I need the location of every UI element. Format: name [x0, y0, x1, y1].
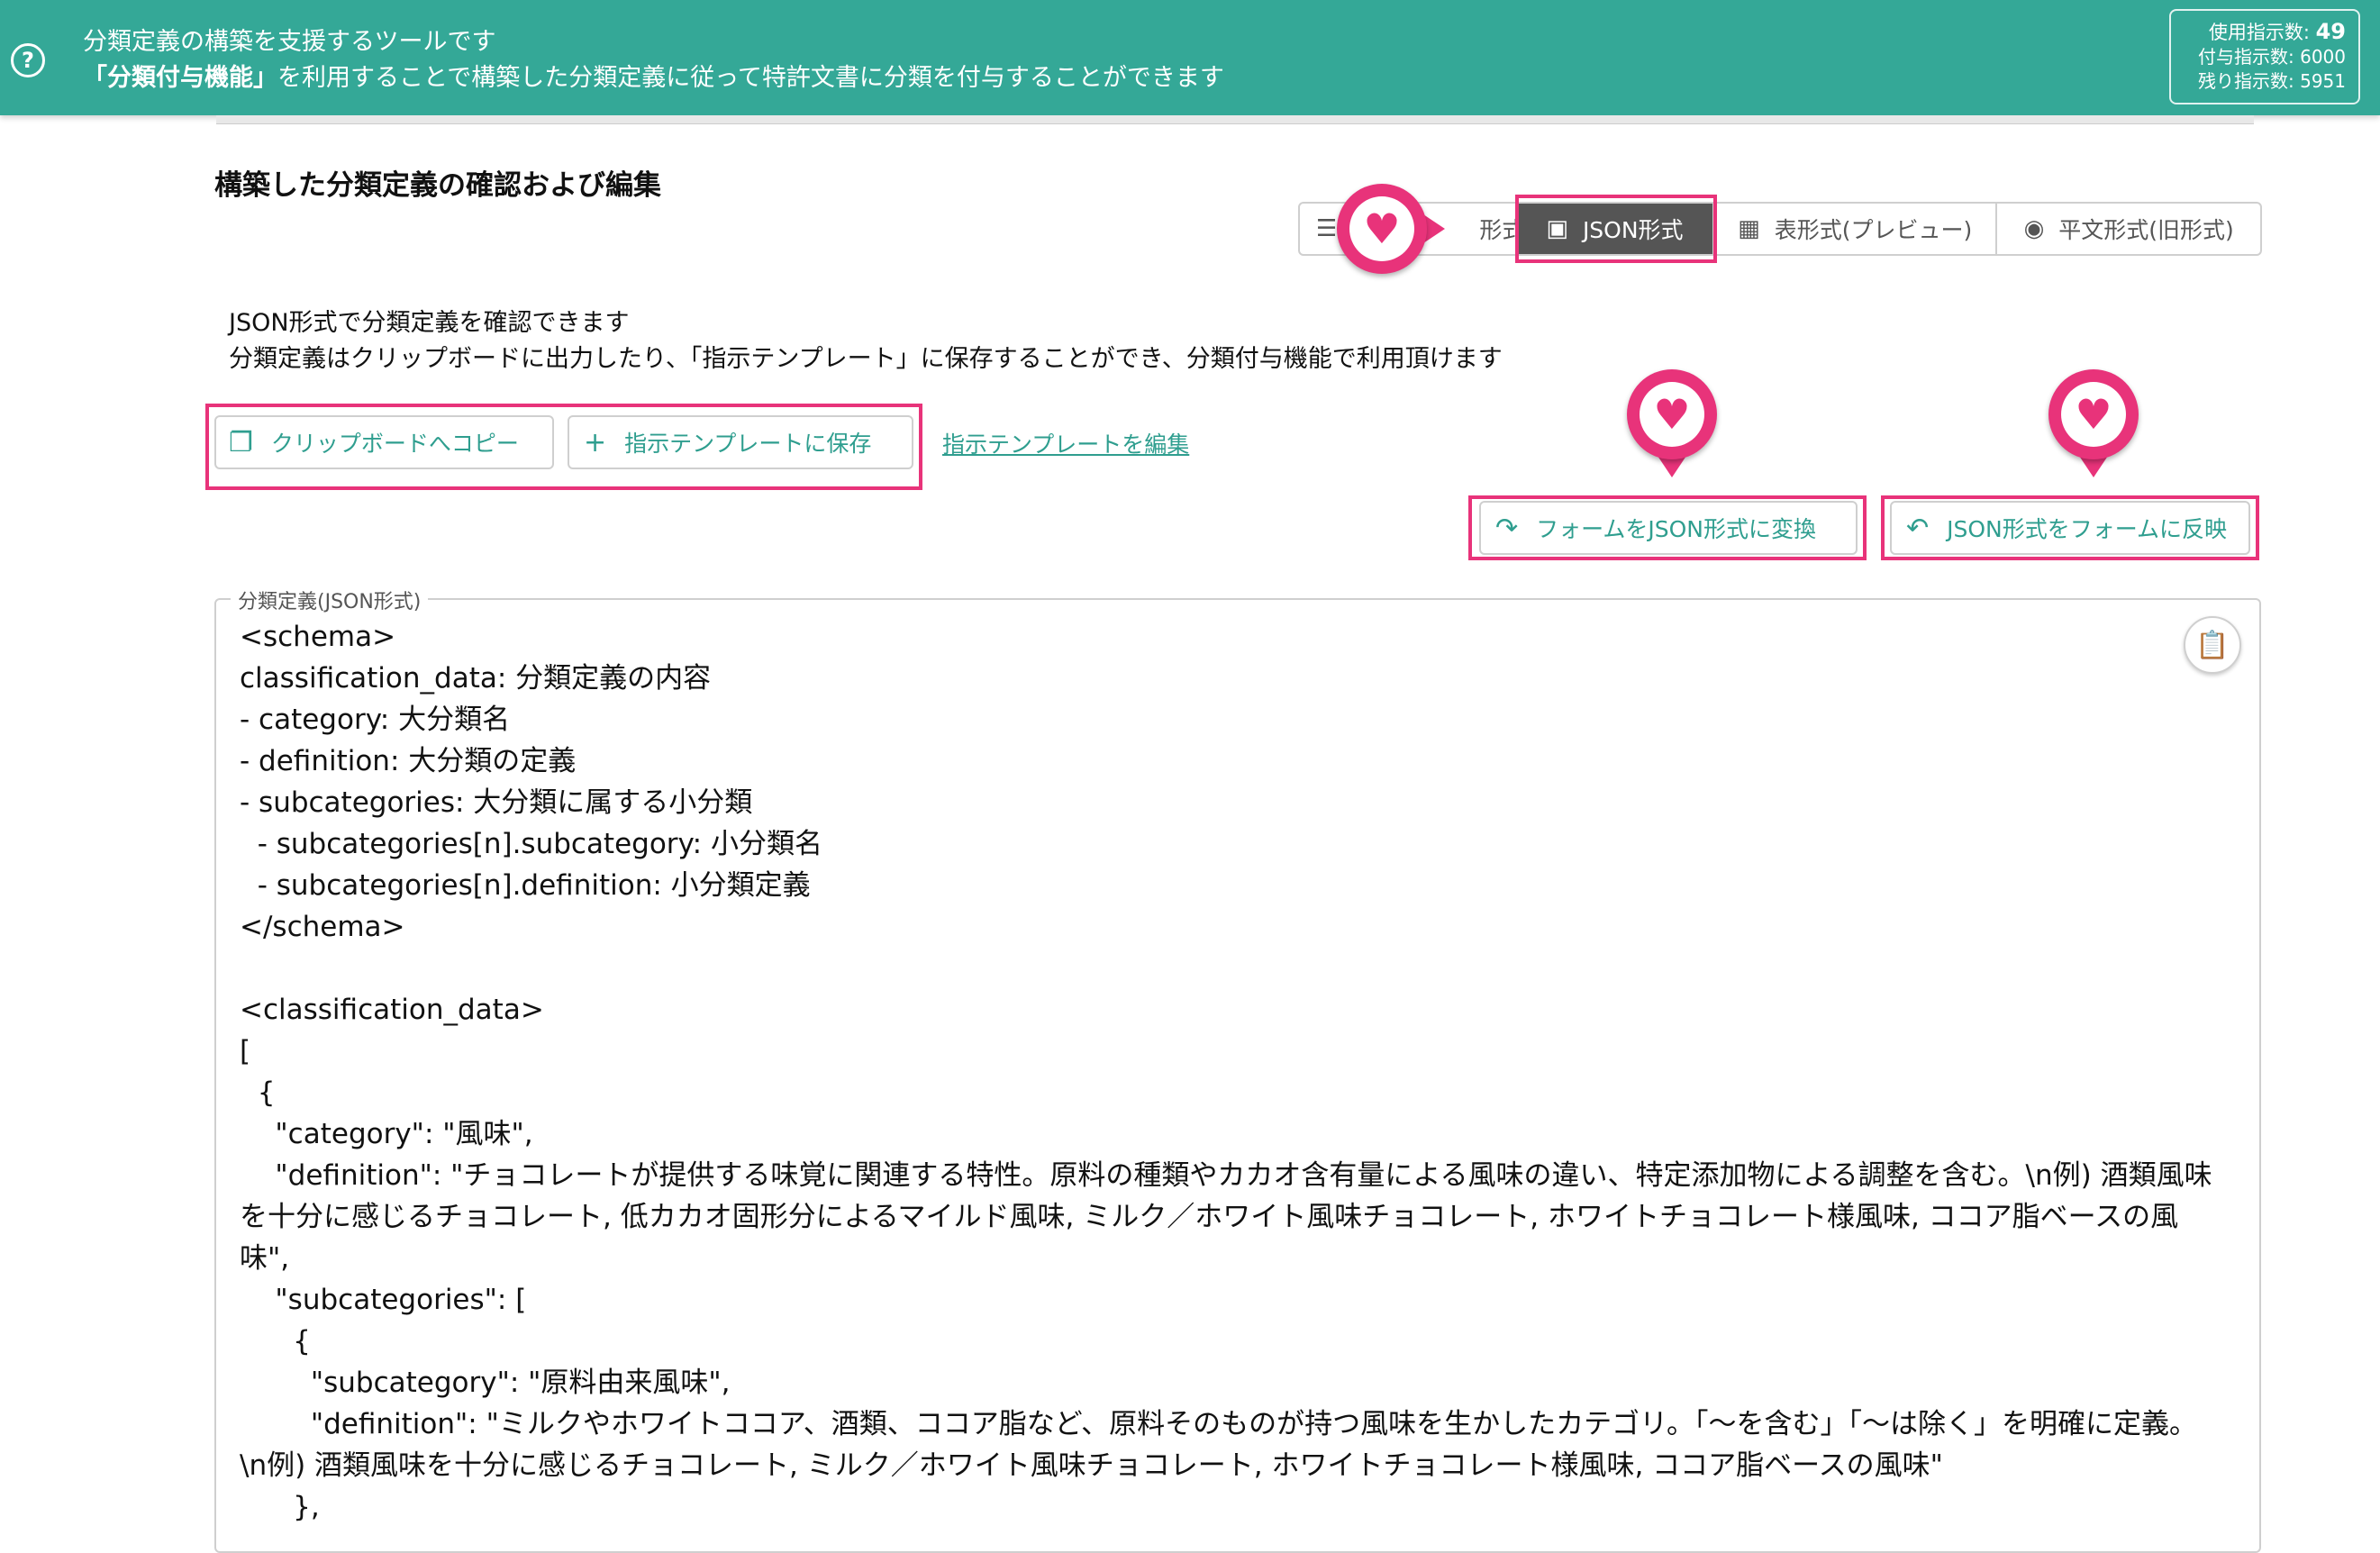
clipboard-icon[interactable]: 📋 — [2184, 616, 2241, 674]
json-editor-label: 分類定義(JSON形式) — [231, 586, 429, 614]
tab-table-label: 表形式(プレビュー) — [1774, 217, 1973, 243]
redo-icon: ↷ — [1495, 512, 1519, 544]
heart-marker-json-tab: ♥ — [1337, 184, 1472, 274]
top-banner: ? 分類定義の構築を支援するツールです 「分類付与機能」を利用することで構築した… — [0, 0, 2380, 115]
granted-count: 付与指示数: 6000 — [2198, 46, 2346, 68]
usage-counter: 使用指示数: 49 付与指示数: 6000 残り指示数: 5951 — [2169, 9, 2360, 104]
highlight-json-tab — [1515, 195, 1717, 263]
description-line1: JSON形式で分類定義を確認できます — [229, 309, 630, 337]
edit-template-link[interactable]: 指示テンプレートを編集 — [942, 427, 1189, 459]
used-value: 49 — [2315, 19, 2346, 44]
banner-line2-text: を利用することで構築した分類定義に従って特許文書に分類を付与することができます — [277, 64, 1224, 92]
undo-icon: ↶ — [1906, 512, 1930, 544]
heart-icon: ♥ — [1349, 196, 1414, 261]
tab-plain-view[interactable]: ◉ 平文形式(旧形式) — [1997, 204, 2260, 254]
banner-feature-name: 「分類付与機能」 — [83, 64, 277, 92]
heart-marker-form-to-json: ♥ — [1627, 369, 1717, 486]
copy-button-label: クリップボードへコピー — [270, 431, 519, 457]
heart-icon: ♥ — [2061, 382, 2126, 447]
tab-table-view[interactable]: ▦ 表形式(プレビュー) — [1714, 204, 1998, 254]
json-to-form-label: JSON形式をフォームに反映 — [1947, 516, 2228, 542]
copy-to-clipboard-button[interactable]: ❐ クリップボードへコピー — [214, 415, 554, 469]
table-icon: ▦ — [1738, 215, 1760, 242]
banner-line1: 分類定義の構築を支援するツールです — [83, 28, 496, 56]
json-to-form-button[interactable]: ↶ JSON形式をフォームに反映 — [1890, 501, 2250, 555]
underlying-strip — [216, 115, 2254, 124]
list-icon: ☰ — [1316, 215, 1338, 242]
tab-plain-label: 平文形式(旧形式) — [2058, 217, 2234, 243]
help-icon[interactable]: ? — [11, 43, 45, 77]
plus-icon: + — [584, 426, 607, 459]
section-title: 構築した分類定義の確認および編集 — [214, 169, 661, 202]
json-editor-content[interactable]: <schema> classification_data: 分類定義の内容 - … — [240, 616, 2221, 1528]
used-label: 使用指示数: — [2208, 22, 2310, 43]
copy-icon: ❐ — [229, 426, 253, 459]
heart-marker-json-to-form: ♥ — [2048, 369, 2139, 486]
save-button-label: 指示テンプレートに保存 — [624, 431, 872, 457]
save-template-button[interactable]: + 指示テンプレートに保存 — [568, 415, 913, 469]
banner-line2: 「分類付与機能」を利用することで構築した分類定義に従って特許文書に分類を付与する… — [83, 58, 1224, 93]
remaining-count: 残り指示数: 5951 — [2198, 70, 2346, 92]
eye-icon: ◉ — [2023, 215, 2045, 242]
heart-icon: ♥ — [1640, 382, 1704, 447]
form-to-json-label: フォームをJSON形式に変換 — [1536, 516, 1817, 542]
description-line2: 分類定義はクリップボードに出力したり、「指示テンプレート」に保存することができ、… — [229, 345, 1503, 373]
form-to-json-button[interactable]: ↷ フォームをJSON形式に変換 — [1479, 501, 1858, 555]
